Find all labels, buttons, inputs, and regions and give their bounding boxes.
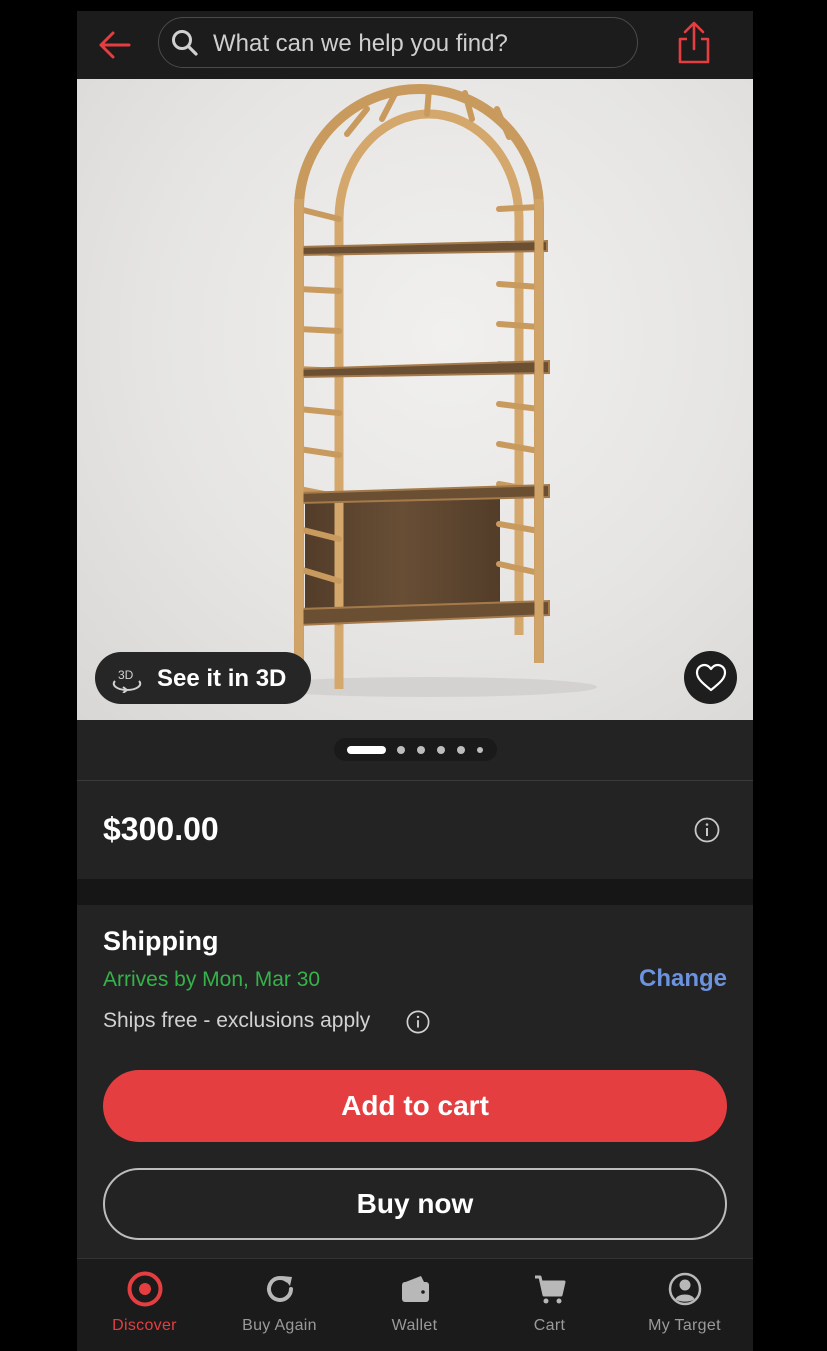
see-in-3d-label: See it in 3D (157, 665, 287, 692)
account-icon (668, 1272, 701, 1306)
buy-now-button[interactable]: Buy now (103, 1168, 727, 1240)
product-price: $300.00 (103, 811, 219, 847)
change-shipping-link[interactable]: Change (639, 965, 727, 993)
ships-free-note: Ships free - exclusions apply (103, 1009, 370, 1033)
arrival-date: Arrives by Mon, Mar 30 (103, 968, 321, 991)
share-button[interactable] (673, 19, 715, 67)
search-input[interactable] (211, 26, 625, 62)
top-bar (77, 11, 753, 79)
refresh-icon (266, 1276, 293, 1302)
product-page: 3D See it in 3D $300.00 Shipping Arrives… (77, 11, 753, 1351)
shipping-title: Shipping (103, 926, 219, 956)
search-bar[interactable] (158, 17, 638, 68)
bookshelf-image (257, 84, 597, 697)
nav-label: My Target (648, 1317, 721, 1334)
favorite-button[interactable] (684, 651, 737, 704)
image-pager[interactable] (334, 738, 497, 761)
pager-dot[interactable] (417, 746, 425, 754)
3d-view-icon: 3D (112, 668, 142, 693)
nav-discover[interactable]: Discover (77, 1259, 212, 1351)
nav-label: Cart (533, 1317, 566, 1334)
search-icon (172, 30, 198, 56)
nav-label: Discover (112, 1317, 177, 1334)
pager-dot[interactable] (397, 746, 405, 754)
pager-dot[interactable] (457, 746, 465, 754)
add-to-cart-button[interactable]: Add to cart (103, 1070, 727, 1142)
nav-label: Buy Again (242, 1317, 317, 1334)
cart-icon (534, 1275, 565, 1304)
pager-dot-active[interactable] (347, 746, 386, 754)
svg-text:3D: 3D (118, 668, 134, 682)
ships-free-text: Ships free - exclusions apply (103, 1009, 371, 1032)
nav-label: Wallet (391, 1317, 438, 1334)
product-image[interactable]: 3D See it in 3D (77, 79, 753, 720)
nav-my-target[interactable]: My Target (617, 1259, 752, 1351)
section-separator (77, 879, 753, 905)
share-icon (678, 21, 710, 64)
target-logo-icon (127, 1271, 162, 1307)
bottom-nav: Discover Buy Again Wallet Cart My Target (77, 1258, 753, 1351)
divider (77, 780, 753, 781)
pager-dot[interactable] (437, 746, 445, 754)
heart-icon (695, 663, 727, 692)
price-info-icon[interactable] (694, 817, 720, 843)
see-in-3d-button[interactable]: 3D See it in 3D (95, 652, 311, 704)
nav-buy-again[interactable]: Buy Again (212, 1259, 347, 1351)
arrow-left-icon (99, 31, 131, 59)
back-button[interactable] (95, 25, 135, 65)
nav-cart[interactable]: Cart (482, 1259, 617, 1351)
pager-dot[interactable] (477, 747, 483, 753)
nav-wallet[interactable]: Wallet (347, 1259, 482, 1351)
wallet-icon (401, 1276, 429, 1302)
shipping-info-icon[interactable] (406, 1010, 430, 1034)
